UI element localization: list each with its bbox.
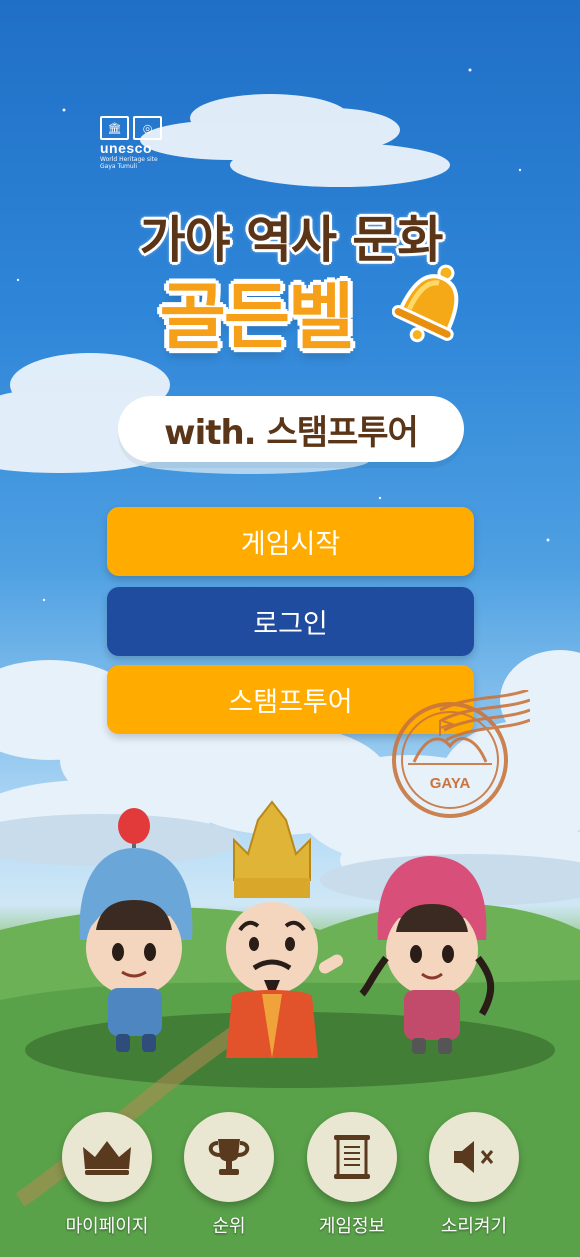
game-info-button[interactable] bbox=[307, 1112, 397, 1202]
blue-soldier-character bbox=[79, 808, 193, 1052]
mascot-characters bbox=[79, 800, 495, 1058]
temple-icon: 🏛 bbox=[100, 116, 129, 140]
game-info-label: 게임정보 bbox=[318, 1216, 386, 1236]
sound-label: 소리켜기 bbox=[440, 1216, 508, 1236]
sound-nav-item[interactable]: 소리켜기 bbox=[412, 1112, 536, 1238]
ranking-nav-item[interactable]: 순위 bbox=[167, 1112, 291, 1238]
unesco-label: unesco bbox=[100, 140, 153, 156]
king-character bbox=[226, 800, 344, 1058]
my-page-button[interactable] bbox=[62, 1112, 152, 1202]
trophy-icon bbox=[208, 1139, 250, 1175]
heritage-emblem-icon: ◎ bbox=[133, 116, 162, 140]
gaya-tumuli-label: Gaya Tumuli bbox=[100, 163, 137, 170]
bottom-nav: 마이페이지 순위 게임정보 소리켜기 bbox=[0, 1112, 580, 1252]
bell-icon bbox=[392, 264, 459, 343]
speaker-mute-icon bbox=[454, 1141, 494, 1173]
my-page-nav-item[interactable]: 마이페이지 bbox=[45, 1112, 169, 1238]
logo-title-main: 골든벨 bbox=[159, 275, 355, 359]
login-button[interactable]: 로그인 bbox=[107, 587, 474, 656]
start-game-button[interactable]: 게임시작 bbox=[107, 507, 474, 576]
ranking-label: 순위 bbox=[212, 1216, 246, 1236]
unesco-badge: 🏛 ◎ unesco World Heritage site Gaya Tumu… bbox=[100, 116, 162, 170]
world-heritage-label: World Heritage site bbox=[100, 156, 158, 163]
crown-icon bbox=[83, 1141, 131, 1175]
logo-subtitle: with. 스탬프투어 bbox=[118, 396, 464, 462]
my-page-label: 마이페이지 bbox=[65, 1216, 149, 1236]
pink-soldier-character bbox=[359, 856, 495, 1054]
game-logo: 가야 역사 문화 골든벨 with. 스탬프투어 bbox=[106, 200, 476, 470]
game-info-nav-item[interactable]: 게임정보 bbox=[290, 1112, 414, 1238]
ranking-button[interactable] bbox=[184, 1112, 274, 1202]
sound-toggle-button[interactable] bbox=[429, 1112, 519, 1202]
scroll-icon bbox=[334, 1135, 370, 1179]
